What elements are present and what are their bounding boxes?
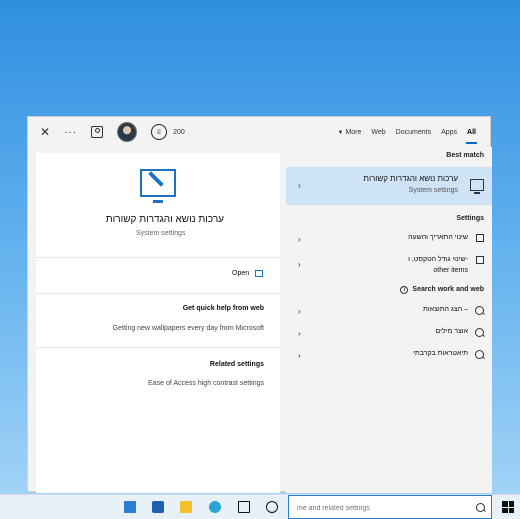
search-icon [476, 503, 485, 512]
detail-pane: ערכות נושא והגדרות קשורות System setting… [36, 153, 280, 493]
search-web-heading: i Search work and web [286, 286, 492, 294]
quick-help-heading: Get quick help from web [182, 305, 264, 312]
tab-apps[interactable]: Apps [441, 129, 457, 136]
tab-documents[interactable]: Documents [396, 129, 431, 136]
quick-help-link[interactable]: Getting new wallpapers every day from Mi… [113, 325, 264, 332]
rewards-button[interactable]: ♕ 200 [151, 124, 185, 140]
divider [36, 257, 280, 258]
chevron-right-icon: › [298, 181, 301, 190]
search-input[interactable] [295, 501, 463, 515]
top-bar: ✕ ··· ♕ 200 ▼ More Web Documents Apps All [28, 117, 490, 147]
display-icon [476, 256, 484, 264]
results-pane: Best match › ערכות נושא והגדרות קשורות S… [286, 147, 492, 493]
avatar[interactable] [117, 122, 138, 142]
monitor-brush-icon [140, 169, 176, 203]
best-match-subtitle: System settings [408, 187, 458, 194]
tab-web[interactable]: Web [371, 129, 385, 136]
settings-result-date-time[interactable]: › שינוי התאריך והשעה [286, 228, 492, 250]
more-options-icon[interactable]: ··· [64, 127, 77, 138]
close-icon[interactable]: ✕ [40, 126, 50, 138]
taskbar [0, 494, 520, 519]
search-panel: ✕ ··· ♕ 200 ▼ More Web Documents Apps All… [27, 116, 492, 493]
mail-icon[interactable] [124, 501, 136, 513]
top-actions: ✕ ··· ♕ 200 [28, 122, 185, 142]
info-icon: i [400, 286, 409, 294]
result-label: שינוי גודל הטקסט, ו-other items [408, 256, 468, 274]
search-icon [475, 328, 484, 337]
rewards-points: 200 [173, 128, 185, 136]
open-icon [255, 270, 264, 277]
trophy-icon: ♕ [151, 124, 168, 140]
web-result[interactable]: › תיאטראות בקרבתי [286, 344, 492, 366]
task-view-icon[interactable] [238, 501, 250, 513]
settings-result-text-size[interactable]: › שינוי גודל הטקסט, ו-other items [286, 250, 492, 280]
result-label: הצג התוצאות – [423, 306, 468, 313]
search-icon [475, 350, 484, 359]
result-label: שינוי התאריך והשעה [408, 234, 468, 241]
start-windows-icon[interactable] [502, 501, 514, 513]
detail-title: ערכות נושא והגדרות קשורות [105, 214, 224, 225]
store-icon[interactable] [152, 501, 164, 513]
search-icon [475, 306, 484, 315]
tab-all[interactable]: All [466, 129, 477, 144]
taskbar-search-box[interactable] [288, 495, 492, 519]
result-label: תיאטראות בקרבתי [413, 350, 468, 357]
result-label: אוצר מילים [435, 328, 468, 335]
calendar-icon [476, 234, 484, 242]
related-settings-heading: Related settings [209, 361, 264, 368]
monitor-icon [470, 179, 484, 194]
divider [36, 293, 280, 294]
chevron-right-icon: › [298, 329, 301, 338]
detail-subtitle: System settings [136, 230, 186, 237]
chevron-right-icon: › [298, 235, 301, 244]
divider [36, 347, 280, 348]
cortana-icon[interactable] [266, 501, 278, 513]
tab-more[interactable]: ▼ More [337, 129, 361, 136]
best-match-heading: Best match [446, 152, 484, 159]
settings-heading: Settings [456, 215, 484, 222]
file-explorer-icon[interactable] [180, 501, 192, 513]
chevron-right-icon: › [298, 260, 301, 269]
related-setting-link[interactable]: Ease of Access high contrast settings [148, 380, 264, 387]
edge-icon[interactable] [209, 501, 221, 513]
best-match-item[interactable]: › ערכות נושא והגדרות קשורות System setti… [286, 167, 492, 205]
web-result[interactable]: › הצג התוצאות – [286, 300, 492, 322]
open-action[interactable]: Open [232, 270, 264, 277]
chevron-down-icon: ▼ [337, 129, 344, 136]
chevron-right-icon: › [298, 351, 301, 360]
web-result[interactable]: › אוצר מילים [286, 322, 492, 344]
open-label: Open [232, 270, 250, 277]
best-match-title: ערכות נושא והגדרות קשורות [363, 174, 458, 183]
chevron-right-icon: › [298, 307, 301, 316]
feedback-icon[interactable] [91, 126, 104, 138]
tab-bar: ▼ More Web Documents Apps All [337, 129, 490, 144]
